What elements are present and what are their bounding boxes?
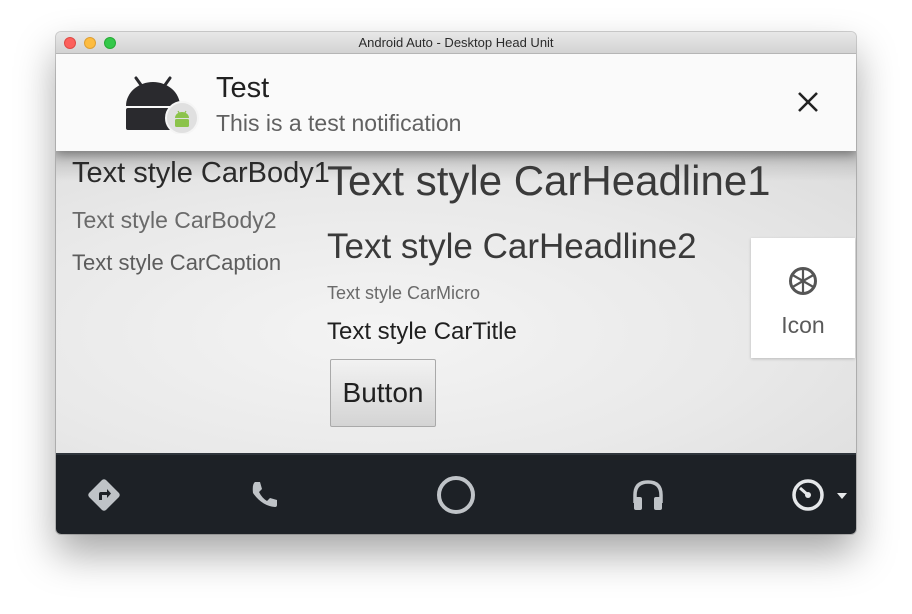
home-circle-icon[interactable] [434,473,478,517]
headphones-icon[interactable] [626,473,670,517]
text-car-headline2: Text style CarHeadline2 [327,227,697,266]
title-bar: Android Auto - Desktop Head Unit [56,32,856,54]
window-title: Android Auto - Desktop Head Unit [358,35,554,50]
notification-title: Test [216,72,270,104]
text-car-headline1: Text style CarHeadline1 [327,157,771,204]
android-app-icon [124,74,200,135]
text-car-micro: Text style CarMicro [327,283,481,303]
bottom-nav-bar [56,453,856,534]
demo-button[interactable]: Button [330,359,436,427]
content-area: Text style CarBody1 Text style CarBody2 … [56,151,856,453]
text-car-title: Text style CarTitle [327,318,517,345]
wheel-icon [789,267,817,295]
app-window: Android Auto - Desktop Head Unit Test Th… [56,32,856,534]
gauge-icon[interactable] [786,473,854,517]
phone-icon[interactable] [242,473,286,517]
notification-body: This is a test notification [216,110,462,136]
text-car-body2: Text style CarBody2 [72,207,277,233]
head-unit-screen: Test This is a test notification Text st… [56,54,856,534]
text-car-caption: Text style CarCaption [72,250,282,275]
notification-card[interactable]: Test This is a test notification [56,54,856,151]
icon-card[interactable]: Icon [751,238,855,358]
close-icon[interactable] [794,88,822,116]
icon-card-label: Icon [781,312,825,338]
directions-icon[interactable] [82,473,126,517]
text-car-body1: Text style CarBody1 [72,157,330,189]
